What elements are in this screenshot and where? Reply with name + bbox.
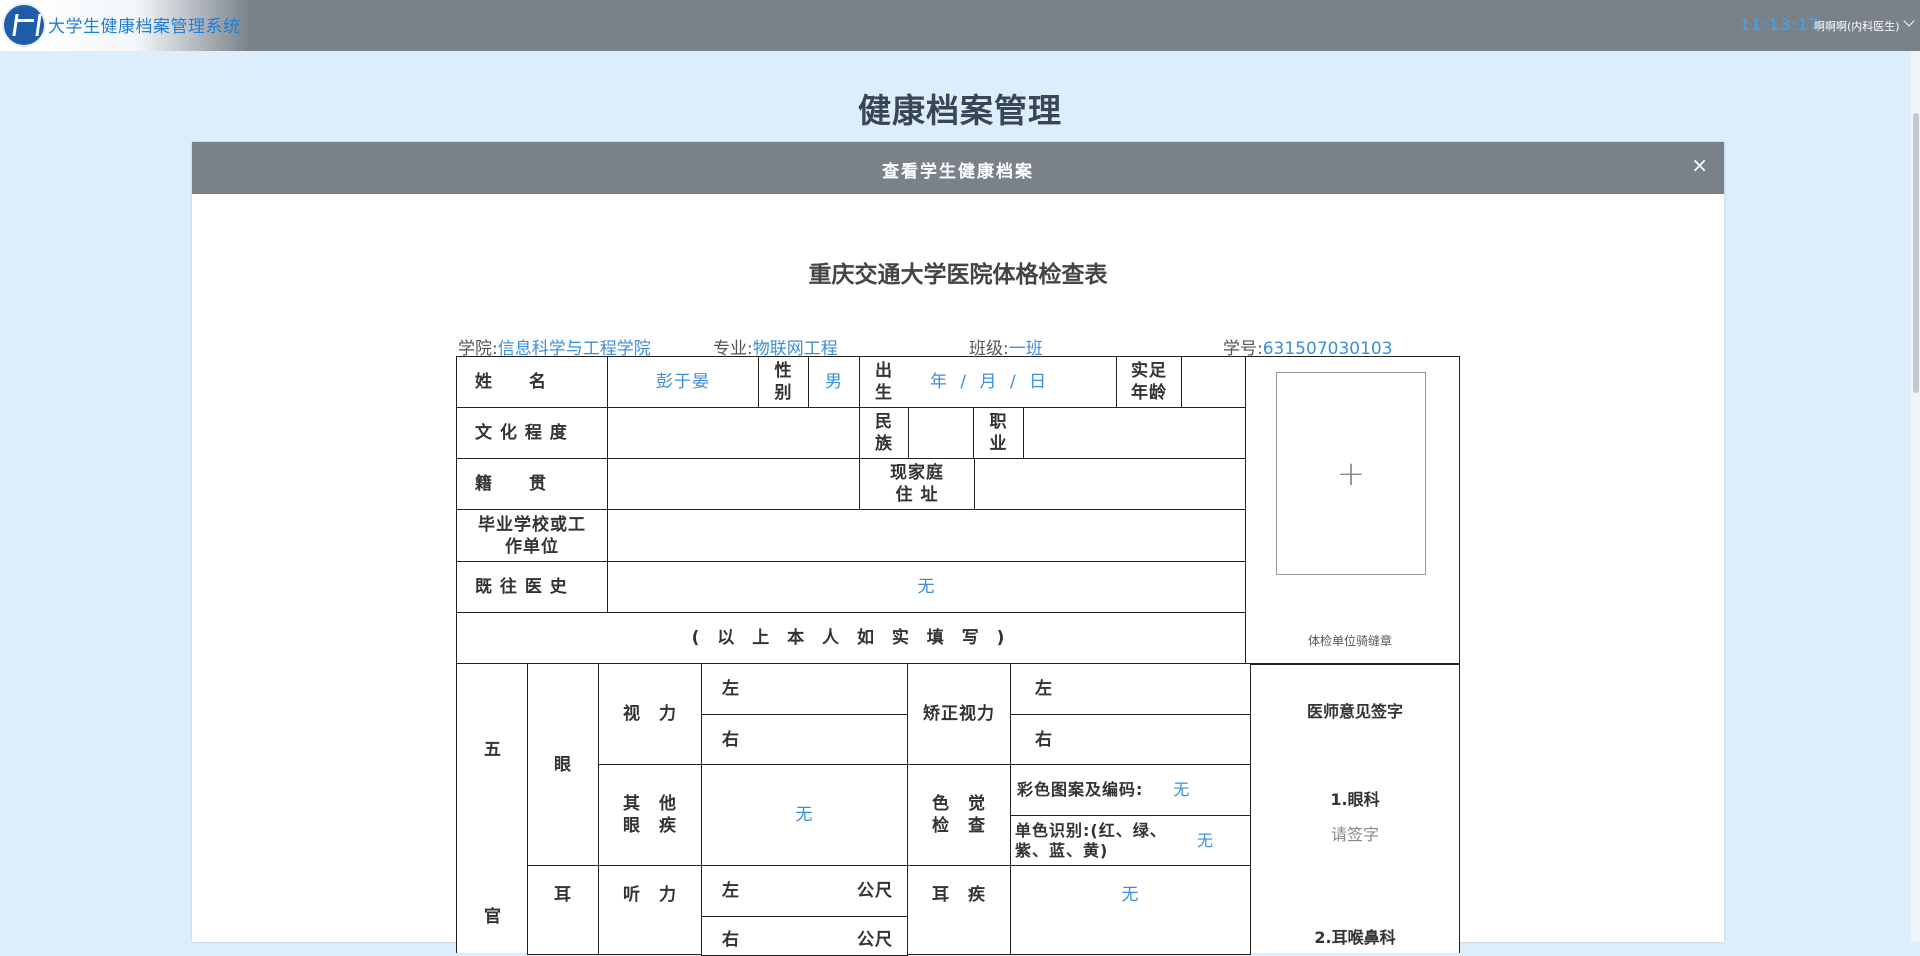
app-title: 大学生健康档案管理系统 [48,17,241,37]
modal-header: 查看学生健康档案 × [192,142,1724,194]
eye-sign-button[interactable]: 请签字 [1250,821,1460,845]
ethnic-label: 民族 [859,407,909,459]
ethnic-value[interactable] [908,407,974,459]
mono-color-value: 无 [1197,830,1215,850]
ear-disease-label-text: 耳 疾 [932,885,986,905]
hearing-left[interactable]: 左 公尺 [701,865,908,917]
form-title: 重庆交通大学医院体格检查表 [808,262,1108,288]
chevron-down-icon[interactable] [1903,15,1915,27]
other-eye-label: 其 他眼 疾 [598,764,702,866]
mono-color-row: 单色识别:(红、绿、紫、蓝、黄) 无 [1010,815,1251,866]
color-vision-label: 色 觉检 查 [907,764,1011,866]
corrected-vision-label: 矫正视力 [907,663,1011,765]
five-label: 五 [484,740,501,760]
vision-label-text: 视 力 [623,704,677,724]
vision-label: 视 力 [598,663,702,765]
birth-field[interactable]: 出生 年 / 月 / 日 [859,356,1117,408]
native-value[interactable] [607,458,860,510]
name-label-text: 姓 名 [475,372,547,392]
university-logo-icon [2,3,46,47]
name-value: 彭于晏 [607,356,759,408]
close-icon[interactable]: × [1691,153,1708,177]
school-label-text: 毕业学校或工作单位 [478,514,586,557]
corrected-left[interactable]: 左 [1010,663,1251,715]
education-value[interactable] [607,407,860,459]
other-eye-label-text: 其 他眼 疾 [623,794,677,836]
page-title: 健康档案管理 [858,91,1062,130]
scrollbar[interactable] [1911,51,1920,942]
school-label: 毕业学校或工作单位 [456,509,608,562]
photo-upload[interactable]: + [1276,372,1426,575]
age-label: 实足年龄 [1116,356,1182,408]
color-pattern-label: 彩色图案及编码: [1017,780,1144,799]
hearing-left-unit: 公尺 [857,881,893,901]
history-label: 既 往 医 史 [456,561,608,613]
self-fill-note-text: ( 以 上 本 人 如 实 填 写 ) [691,628,1011,648]
name-label: 姓 名 [456,356,608,408]
address-label: 现家庭住 址 [859,458,975,510]
user-menu[interactable]: 啊啊啊(内科医生) [1814,18,1900,34]
eye-label: 眼 [527,663,599,866]
corrected-left-label: 左 [1035,679,1053,699]
hearing-right-unit: 公尺 [857,930,893,950]
job-value[interactable] [1023,407,1246,459]
native-label: 籍 贯 [456,458,608,510]
sex-label: 性别 [758,356,809,408]
age-value[interactable] [1181,356,1246,408]
job-label-text: 职业 [989,412,1008,454]
sex-value: 男 [808,356,860,408]
name-value-text: 彭于晏 [656,372,710,392]
dept-eye-label: 1.眼科 [1330,790,1380,809]
sex-value-text: 男 [825,372,843,392]
dept-ent-label: 2.耳喉鼻科 [1314,928,1396,947]
top-bar: 大学生健康档案管理系统 11:13:17 啊啊啊(内科医生) [0,0,1920,51]
corrected-vision-label-text: 矫正视力 [923,704,995,724]
eye-label-text: 眼 [554,754,572,775]
education-label: 文 化 程 度 [456,407,608,459]
ethnic-label-text: 民族 [875,412,893,454]
hearing-right[interactable]: 右 公尺 [701,916,908,956]
hearing-left-label: 左 [722,881,740,901]
hearing-label-text: 听 力 [623,885,677,905]
self-fill-note: ( 以 上 本 人 如 实 填 写 ) [456,612,1246,664]
color-vision-label-text: 色 觉检 查 [932,794,986,836]
corrected-right-label: 右 [1035,729,1053,750]
mono-color-label: 单色识别:(红、绿、紫、蓝、黄) [1015,820,1167,860]
birth-label: 出生 [875,361,893,403]
birth-value: 年 / 月 / 日 [930,372,1051,392]
scroll-thumb[interactable] [1913,113,1919,393]
education-label-text: 文 化 程 度 [475,423,568,443]
other-eye-value-text: 无 [795,805,814,825]
history-value-text: 无 [917,577,936,597]
corrected-right[interactable]: 右 [1010,714,1251,765]
vision-right[interactable]: 右 [701,714,908,765]
sex-label-text: 性别 [774,361,793,403]
plus-icon: + [1336,453,1366,494]
doctor-sign-label: 医师意见签字 [1306,702,1403,721]
address-label-text: 现家庭住 址 [890,463,944,505]
ear-label-text: 耳 [554,885,572,905]
age-label-text: 实足年龄 [1131,361,1167,403]
ear-disease-value-text: 无 [1121,885,1140,905]
stamp-label: 体检单位骑缝章 [1307,634,1392,648]
hearing-right-label: 右 [722,930,740,950]
color-pattern-row: 彩色图案及编码: 无 [1010,764,1251,816]
clock: 11:13:17 [1740,15,1820,34]
job-label: 职业 [973,407,1024,459]
logo-area: 大学生健康档案管理系统 [0,0,250,51]
history-value: 无 [607,561,1246,613]
address-value[interactable] [974,458,1246,510]
school-value[interactable] [607,509,1246,562]
history-label-text: 既 往 医 史 [475,577,568,597]
vision-left[interactable]: 左 [701,663,908,715]
native-label-text: 籍 贯 [475,474,547,494]
vision-left-label: 左 [722,679,740,699]
color-pattern-value: 无 [1173,780,1191,799]
modal-title: 查看学生健康档案 [882,162,1034,182]
other-eye-value: 无 [701,764,908,866]
vision-right-label: 右 [722,729,740,750]
organs-label: 官 [484,907,501,927]
